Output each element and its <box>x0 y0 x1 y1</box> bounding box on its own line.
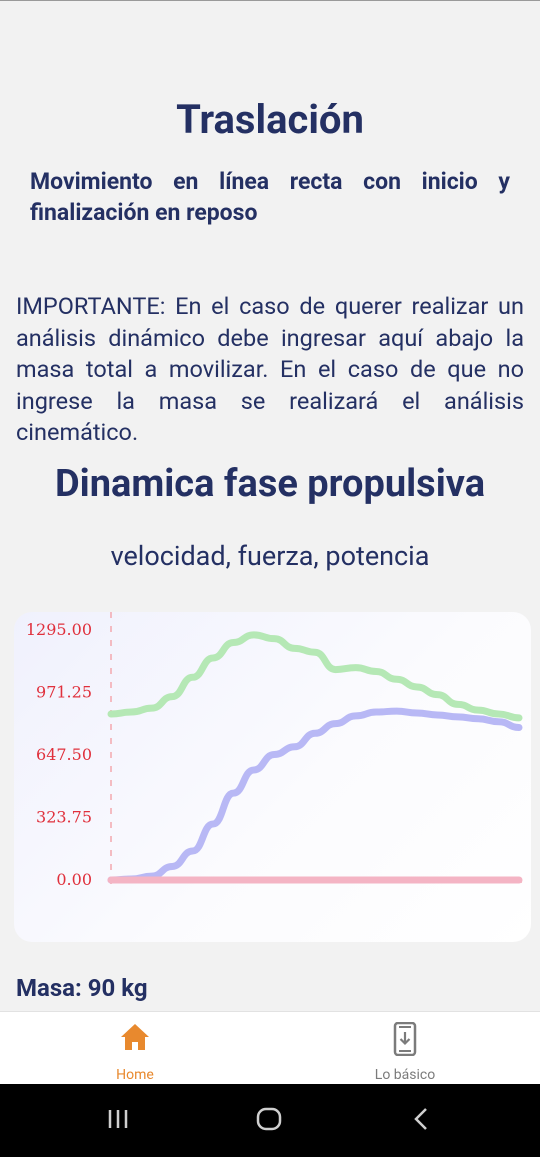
series-line-0 <box>107 631 523 722</box>
back-icon[interactable] <box>408 1106 434 1136</box>
bottom-navigation: Home Lo básico <box>0 1011 540 1085</box>
home-icon <box>119 1022 151 1056</box>
chart-subtitle: velocidad, fuerza, potencia <box>110 540 430 572</box>
system-navigation-bar <box>0 1084 540 1157</box>
page-subtitle: Movimiento en línea recta con inicio y f… <box>30 168 510 226</box>
page-title: Traslación <box>176 96 364 143</box>
nav-home[interactable]: Home <box>0 1012 270 1085</box>
mass-label: Masa: 90 kg <box>16 974 148 1002</box>
important-notice: IMPORTANTE: En el caso de querer realiza… <box>16 292 524 446</box>
y-tick-label: 0.00 <box>56 870 92 889</box>
y-tick-label: 647.50 <box>36 745 92 764</box>
y-tick-label: 1295.00 <box>26 620 92 639</box>
y-tick-label: 971.25 <box>36 683 92 702</box>
line-chart: 1295.00 971.25 647.50 323.75 0.00 <box>26 612 523 889</box>
y-tick-label: 323.75 <box>36 808 92 827</box>
chart-card: 1295.00 971.25 647.50 323.75 0.00 <box>14 612 531 942</box>
nav-lo-basico[interactable]: Lo básico <box>270 1012 540 1085</box>
home-circle-icon[interactable] <box>256 1106 282 1136</box>
nav-lo-basico-label: Lo básico <box>374 1067 436 1083</box>
section-title: Dinamica fase propulsiva <box>54 462 486 506</box>
phone-download-icon <box>393 1021 417 1060</box>
top-divider <box>0 0 540 1</box>
series-line-1 <box>107 707 523 884</box>
nav-home-label: Home <box>116 1067 154 1083</box>
recent-apps-icon[interactable] <box>106 1106 132 1136</box>
